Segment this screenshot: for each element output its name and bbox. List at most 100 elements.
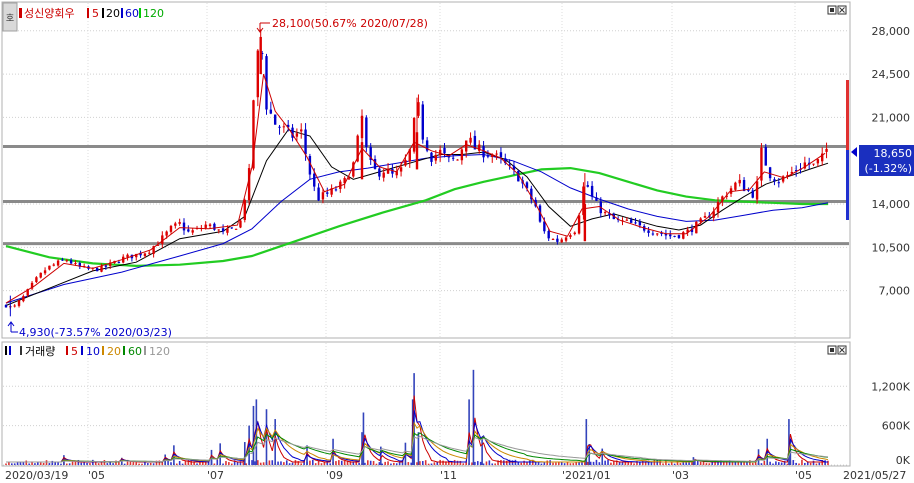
volume-bar (375, 463, 378, 465)
volume-bar (673, 463, 676, 465)
legend-marker (5, 346, 7, 355)
candle-body (191, 230, 194, 233)
legend-marker (102, 8, 104, 18)
volume-bar (407, 462, 410, 465)
candle-body (560, 239, 563, 243)
volume-bar (569, 463, 572, 465)
volume-bar (60, 463, 62, 465)
legend-ma20[interactable]: 20 (106, 7, 120, 20)
volume-bar (251, 460, 253, 465)
volume-bar (552, 462, 554, 465)
volume-bar (824, 460, 826, 465)
volume-bar (419, 461, 421, 465)
legend-ma60[interactable]: 60 (125, 7, 139, 20)
candle-body (469, 137, 472, 143)
candle-body (651, 233, 655, 235)
volume-bar (309, 460, 311, 465)
legend-ma5[interactable]: 5 (92, 7, 99, 20)
volume-bar (181, 463, 184, 465)
candle-body (178, 222, 181, 224)
candle-body (48, 265, 51, 270)
volume-bar (421, 461, 424, 465)
volume-bar (83, 462, 85, 465)
volume-bar (589, 461, 592, 465)
volume-bar (381, 463, 384, 465)
volume-bar (540, 463, 543, 465)
legend-vol-ma60[interactable]: 60 (128, 345, 142, 358)
volume-bar (393, 462, 395, 465)
volume-bar (265, 409, 268, 465)
range-down-bar (846, 150, 849, 220)
volume-bar (395, 463, 398, 465)
candle-body (208, 224, 212, 227)
volume-bar (39, 462, 42, 465)
candle-body (399, 167, 403, 172)
volume-bar (804, 462, 806, 465)
legend-vol-ma20[interactable]: 20 (107, 345, 121, 358)
candle-body (673, 235, 676, 237)
candle-body (430, 152, 433, 162)
volume-bar (798, 463, 800, 465)
volume-bar (34, 463, 36, 465)
candle-body (169, 225, 173, 232)
volume-axis-labels: 1,200K 600K 0K (871, 380, 910, 467)
candle-body (247, 168, 251, 201)
volume-bar (705, 463, 708, 465)
legend-vol-ma120[interactable]: 120 (149, 345, 170, 358)
volume-bar (123, 463, 126, 465)
candle-body (603, 212, 607, 214)
legend-vol-ma10[interactable]: 10 (86, 345, 100, 358)
volume-bar (482, 463, 485, 465)
volume-bar (653, 460, 656, 465)
volume-bar (760, 463, 763, 465)
candle-body (35, 277, 38, 283)
volume-bar (358, 462, 360, 465)
volume-bar (491, 463, 494, 465)
candle-body (734, 182, 737, 190)
candle-body (165, 231, 168, 236)
volume-bar (679, 463, 682, 465)
candle-body (230, 227, 233, 229)
candle-body (382, 172, 385, 178)
legend-ma120[interactable]: 120 (143, 7, 164, 20)
volume-bar (335, 461, 337, 465)
legend-vol-ma5[interactable]: 5 (71, 345, 78, 358)
legend-volume[interactable]: 거래량 (25, 345, 55, 358)
date-tick-label: 2021/05/27 (843, 469, 906, 482)
volume-bar (294, 460, 297, 465)
candle-body (699, 218, 702, 222)
candle-body (443, 147, 446, 154)
candle-body (304, 129, 307, 155)
candle-body (816, 159, 820, 164)
volume-bar (737, 462, 740, 465)
volume-bar (230, 463, 233, 465)
candle-body (295, 133, 299, 137)
volume-bar (97, 463, 100, 465)
low-label: 4,930(-73.57% 2020/03/23) (19, 326, 172, 339)
candle-body (226, 228, 229, 233)
volume-bar (16, 462, 19, 465)
price-tick-label: 24,500 (872, 68, 911, 81)
candle-body (95, 267, 99, 272)
volume-bar (494, 463, 496, 465)
volume-bar (369, 460, 372, 465)
volume-bar (472, 369, 475, 465)
date-tick-label: '05 (795, 469, 812, 482)
volume-bar (450, 462, 453, 465)
date-tick-label: '09 (326, 469, 343, 482)
volume-bar (465, 462, 468, 465)
current-change: (-1.32%) (865, 162, 913, 175)
side-button-label: 호 (6, 13, 14, 24)
legend-stock-name[interactable]: 성신양회우 (24, 7, 75, 20)
candle-body (234, 228, 238, 230)
volume-bar (80, 462, 83, 465)
legend-marker (139, 8, 141, 18)
volume-bar (665, 460, 667, 465)
volume-bar (338, 460, 340, 465)
volume-bar (529, 460, 531, 465)
volume-bar (288, 463, 291, 465)
candle-body (456, 159, 459, 161)
volume-bar (291, 462, 294, 465)
volume-bar (641, 460, 644, 465)
candle-body (22, 296, 25, 302)
